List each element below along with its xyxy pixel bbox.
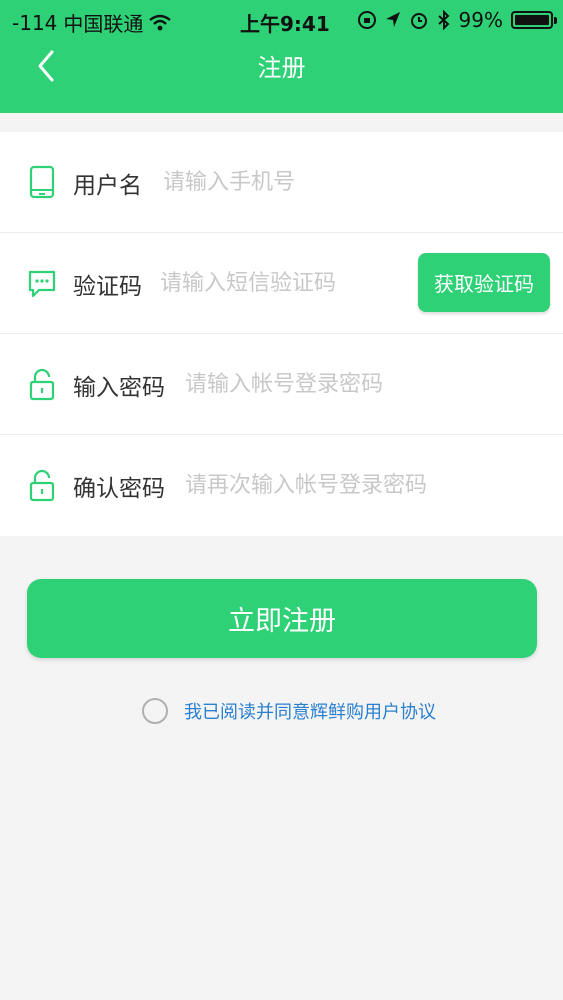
status-right: 99% — [357, 8, 557, 32]
get-code-button[interactable]: 获取验证码 — [418, 253, 550, 312]
username-row: 用户名 — [0, 132, 563, 233]
password-label: 输入密码 — [73, 375, 165, 401]
alarm-icon — [410, 13, 427, 29]
confirm-password-label: 确认密码 — [73, 476, 165, 502]
agreement: 我已阅读并同意辉鲜购用户协议 — [142, 698, 436, 724]
register-button[interactable]: 立即注册 — [27, 579, 537, 658]
sms-code-input[interactable] — [160, 267, 408, 299]
battery-icon — [511, 11, 557, 29]
status-time: 上午9:41 — [240, 12, 330, 36]
password-row: 输入密码 — [0, 334, 563, 435]
sms-code-row: 验证码 获取验证码 — [0, 233, 563, 334]
page-title: 注册 — [257, 54, 306, 82]
confirm-password-input[interactable] — [185, 469, 545, 501]
header: -114 中国联通 上午9:41 99% 注册 — [0, 0, 563, 113]
username-label: 用户名 — [73, 173, 142, 199]
battery-percent: 99% — [458, 8, 503, 32]
location-icon — [385, 12, 400, 27]
lock-icon — [29, 469, 55, 502]
status-left: -114 中国联通 — [12, 8, 172, 37]
message-icon — [28, 270, 56, 298]
confirm-password-row: 确认密码 — [0, 435, 563, 536]
agreement-checkbox[interactable] — [142, 698, 168, 724]
bluetooth-icon — [437, 10, 450, 30]
battery-level — [515, 15, 549, 25]
sms-code-label: 验证码 — [73, 274, 142, 300]
nav-bar: 注册 — [0, 40, 563, 113]
wifi-icon — [149, 14, 172, 30]
password-input[interactable] — [185, 368, 545, 400]
rotation-lock-icon — [357, 11, 376, 29]
carrier-name: 中国联通 — [63, 12, 144, 36]
username-input[interactable] — [163, 166, 543, 198]
phone-icon — [29, 165, 55, 199]
lock-icon — [29, 368, 55, 401]
signal-strength: -114 — [12, 10, 58, 35]
status-bar: -114 中国联通 上午9:41 99% — [0, 0, 563, 40]
register-form: 用户名 验证码 获取验证码 输入密码 确认密码 — [0, 132, 563, 536]
agreement-link[interactable]: 我已阅读并同意辉鲜购用户协议 — [184, 698, 436, 724]
